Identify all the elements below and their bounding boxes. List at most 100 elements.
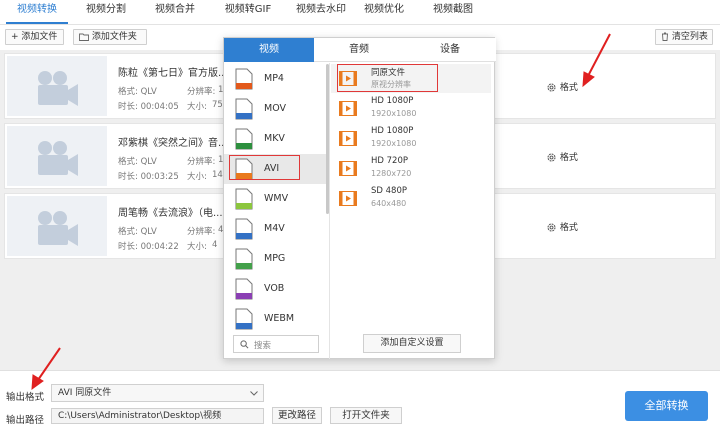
add-folder-button[interactable]: 添加文件夹 xyxy=(73,29,147,45)
folder-icon xyxy=(79,32,92,42)
format-settings-button[interactable]: 格式 xyxy=(546,220,578,233)
add-file-label: 添加文件 xyxy=(21,32,58,42)
file-resolution-label: 分辨率: xyxy=(187,157,216,167)
format-settings-label: 格式 xyxy=(559,153,578,163)
add-file-button[interactable]: + 添加文件 xyxy=(5,29,64,45)
video-file-icon xyxy=(339,161,357,176)
format-item-mp4[interactable]: MP4 xyxy=(224,64,326,94)
format-label: VOB xyxy=(264,283,285,294)
resolution-item-720p[interactable]: HD 720P 1280x720 xyxy=(331,154,491,183)
video-thumbnail xyxy=(7,126,107,186)
video-file-icon xyxy=(339,131,357,146)
format-label: MKV xyxy=(264,133,285,144)
output-path-label: 输出路径 xyxy=(6,415,45,426)
tab-video-to-gif[interactable]: 视频转GIF xyxy=(213,0,283,24)
add-folder-label: 添加文件夹 xyxy=(91,32,137,42)
open-folder-button[interactable]: 打开文件夹 xyxy=(330,407,402,424)
tab-video-split[interactable]: 视频分割 xyxy=(75,0,137,24)
video-file-icon xyxy=(339,191,357,206)
format-item-m4v[interactable]: M4V xyxy=(224,214,326,244)
resolution-size: 640x480 xyxy=(371,199,407,208)
file-format: 格式: QLV xyxy=(118,87,157,97)
format-item-vob[interactable]: VOB xyxy=(224,274,326,304)
video-camera-icon xyxy=(38,211,78,246)
bottom-bar: 输出格式 AVI 同原文件 输出路径 C:\Users\Administrato… xyxy=(0,370,720,428)
output-format-value: AVI 同原文件 xyxy=(58,388,112,398)
resolution-size: 1920x1080 xyxy=(371,109,417,118)
file-resolution-label: 分辨率: xyxy=(187,227,216,237)
resolution-name: SD 480P xyxy=(371,186,407,196)
format-label: MPG xyxy=(264,253,286,264)
tab-video-convert[interactable]: 视频转换 xyxy=(6,0,68,24)
output-path-input[interactable]: C:\Users\Administrator\Desktop\视频 xyxy=(51,408,264,424)
file-title: 周笔畅《去流浪》（电...) xyxy=(118,208,227,219)
trash-icon xyxy=(661,32,672,42)
file-size-value: 14 xyxy=(212,170,223,180)
format-item-mpg[interactable]: MPG xyxy=(224,244,326,274)
file-size-label: 大小: xyxy=(187,242,207,252)
format-settings-label: 格式 xyxy=(559,223,578,233)
resolution-name: HD 720P xyxy=(371,156,408,166)
popup-divider xyxy=(329,63,330,359)
format-label: WMV xyxy=(264,193,289,204)
tab-video-merge[interactable]: 视频合并 xyxy=(144,0,206,24)
wmv-file-icon xyxy=(235,188,253,210)
resolution-item-1080p[interactable]: HD 1080P 1920x1080 xyxy=(331,124,491,153)
clear-list-button[interactable]: 清空列表 xyxy=(655,29,713,45)
change-path-button[interactable]: 更改路径 xyxy=(272,407,322,424)
format-label: WEBM xyxy=(264,313,295,324)
gear-icon xyxy=(546,223,557,233)
highlight-box xyxy=(229,155,300,180)
add-custom-setting-button[interactable]: 添加自定义设置 xyxy=(363,334,461,353)
popup-tab-audio[interactable]: 音频 xyxy=(314,38,404,62)
popup-tab-video[interactable]: 视频 xyxy=(224,38,314,62)
tab-video-optimize[interactable]: 视频优化 xyxy=(353,0,415,24)
video-camera-icon xyxy=(38,71,78,106)
resolution-name: HD 1080P xyxy=(371,96,414,106)
m4v-file-icon xyxy=(235,218,253,240)
gear-icon xyxy=(546,153,557,163)
file-duration: 时长: 00:03:25 xyxy=(118,172,179,182)
file-format: 格式: QLV xyxy=(118,157,157,167)
format-item-mov[interactable]: MOV xyxy=(224,94,326,124)
popup-tab-device[interactable]: 设备 xyxy=(404,38,496,62)
resolution-name: HD 1080P xyxy=(371,126,414,136)
highlight-box xyxy=(337,64,438,92)
video-thumbnail xyxy=(7,196,107,256)
resolution-size: 1280x720 xyxy=(371,169,412,178)
output-format-select[interactable]: AVI 同原文件 xyxy=(51,384,264,402)
search-placeholder: 搜索 xyxy=(254,341,272,351)
format-settings-button[interactable]: 格式 xyxy=(546,80,578,93)
file-title: 邓紫棋《突然之间》音...) xyxy=(118,138,232,149)
file-size-value: 75 xyxy=(212,100,223,110)
format-item-mkv[interactable]: MKV xyxy=(224,124,326,154)
vob-file-icon xyxy=(235,278,253,300)
tab-remove-watermark[interactable]: 视频去水印 xyxy=(286,0,356,24)
file-size-label: 大小: xyxy=(187,102,207,112)
format-label: MP4 xyxy=(264,73,284,84)
format-settings-button[interactable]: 格式 xyxy=(546,150,578,163)
resolution-item-1080p[interactable]: HD 1080P 1920x1080 xyxy=(331,94,491,123)
format-item-webm[interactable]: WEBM xyxy=(224,304,326,333)
format-settings-label: 格式 xyxy=(559,83,578,93)
format-search-input[interactable]: 搜索 xyxy=(233,335,319,353)
format-label: M4V xyxy=(264,223,285,234)
file-duration: 时长: 00:04:22 xyxy=(118,242,179,252)
tab-video-screenshot[interactable]: 视频截图 xyxy=(422,0,484,24)
format-item-wmv[interactable]: WMV xyxy=(224,184,326,214)
video-file-icon xyxy=(339,101,357,116)
mp4-file-icon xyxy=(235,68,253,90)
output-format-label: 输出格式 xyxy=(6,392,45,403)
file-resolution-label: 分辨率: xyxy=(187,87,216,97)
file-duration: 时长: 00:04:05 xyxy=(118,102,179,112)
resolution-size: 1920x1080 xyxy=(371,139,417,148)
mkv-file-icon xyxy=(235,128,253,150)
chevron-down-icon xyxy=(250,391,258,396)
search-icon xyxy=(240,340,249,349)
file-size-value: 4 xyxy=(212,240,218,250)
file-size-label: 大小: xyxy=(187,172,207,182)
convert-all-button[interactable]: 全部转换 xyxy=(625,391,708,421)
plus-icon: + xyxy=(11,32,19,42)
resolution-item-480p[interactable]: SD 480P 640x480 xyxy=(331,184,491,213)
webm-file-icon xyxy=(235,308,253,330)
